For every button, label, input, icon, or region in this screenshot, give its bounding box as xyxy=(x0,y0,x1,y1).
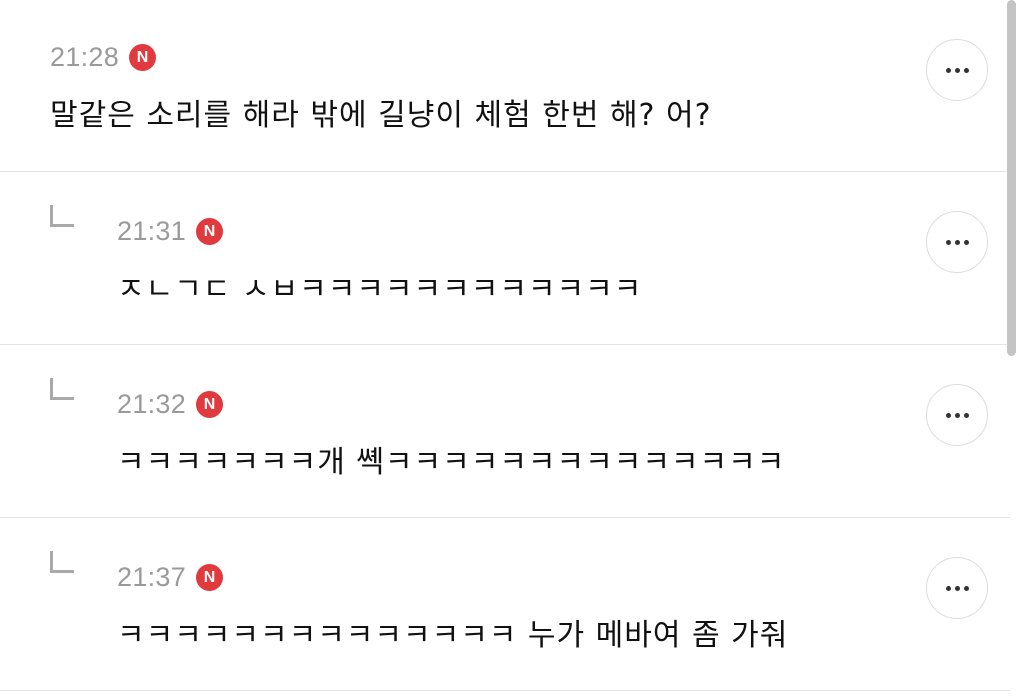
comment-text: ㅋㅋㅋㅋㅋㅋㅋ개 쎽ㅋㅋㅋㅋㅋㅋㅋㅋㅋㅋㅋㅋㅋㅋ xyxy=(117,445,786,480)
more-horizontal-icon-dot xyxy=(963,67,969,73)
new-badge-icon: N xyxy=(129,43,157,71)
more-options-button[interactable] xyxy=(926,211,988,273)
more-horizontal-icon xyxy=(945,67,951,73)
more-horizontal-icon xyxy=(945,412,951,418)
reply-item: 21:32 N ㅋㅋㅋㅋㅋㅋㅋ개 쎽ㅋㅋㅋㅋㅋㅋㅋㅋㅋㅋㅋㅋㅋㅋ xyxy=(0,345,1010,518)
comment-meta: 21:32 N xyxy=(117,388,224,419)
more-options-button[interactable] xyxy=(926,557,988,619)
comment-meta: 21:37 N xyxy=(117,561,224,592)
comment-item: 21:28 N 말같은 소리를 해라 밖에 길냥이 체험 한번 해? 어? xyxy=(0,0,1010,172)
more-horizontal-icon-dot xyxy=(954,412,960,418)
comment-time: 21:28 xyxy=(50,41,120,72)
more-horizontal-icon-dot xyxy=(954,585,960,591)
more-options-button[interactable] xyxy=(926,39,988,101)
comment-text: ㅋㅋㅋㅋㅋㅋㅋㅋㅋㅋㅋㅋㅋㅋ 누가 메바여 좀 가줘 xyxy=(117,618,789,653)
reply-item: 21:31 N ㅈㄴㄱㄷ ㅅㅂㅋㅋㅋㅋㅋㅋㅋㅋㅋㅋㅋㅋ xyxy=(0,172,1010,345)
more-horizontal-icon-dot xyxy=(954,67,960,73)
new-badge-icon: N xyxy=(196,390,224,418)
comment-meta: 21:31 N xyxy=(117,215,224,246)
more-horizontal-icon xyxy=(945,239,951,245)
more-horizontal-icon xyxy=(945,585,951,591)
comment-time: 21:37 xyxy=(117,561,187,592)
comment-meta: 21:28 N xyxy=(50,41,157,72)
more-options-button[interactable] xyxy=(926,384,988,446)
new-badge-icon: N xyxy=(196,563,224,591)
reply-arrow-icon xyxy=(50,378,74,400)
more-horizontal-icon-dot xyxy=(963,239,969,245)
reply-item: 21:37 N ㅋㅋㅋㅋㅋㅋㅋㅋㅋㅋㅋㅋㅋㅋ 누가 메바여 좀 가줘 xyxy=(0,518,1010,691)
reply-arrow-icon xyxy=(50,551,74,573)
comment-text: ㅈㄴㄱㄷ ㅅㅂㅋㅋㅋㅋㅋㅋㅋㅋㅋㅋㅋㅋ xyxy=(117,272,643,307)
more-horizontal-icon-dot xyxy=(954,239,960,245)
scrollbar-thumb[interactable] xyxy=(1007,0,1016,356)
new-badge-icon: N xyxy=(196,217,224,245)
comment-text: 말같은 소리를 해라 밖에 길냥이 체험 한번 해? 어? xyxy=(50,98,712,133)
comment-time: 21:32 xyxy=(117,388,187,419)
more-horizontal-icon-dot xyxy=(963,585,969,591)
more-horizontal-icon-dot xyxy=(963,412,969,418)
reply-arrow-icon xyxy=(50,205,74,227)
comment-time: 21:31 xyxy=(117,215,187,246)
